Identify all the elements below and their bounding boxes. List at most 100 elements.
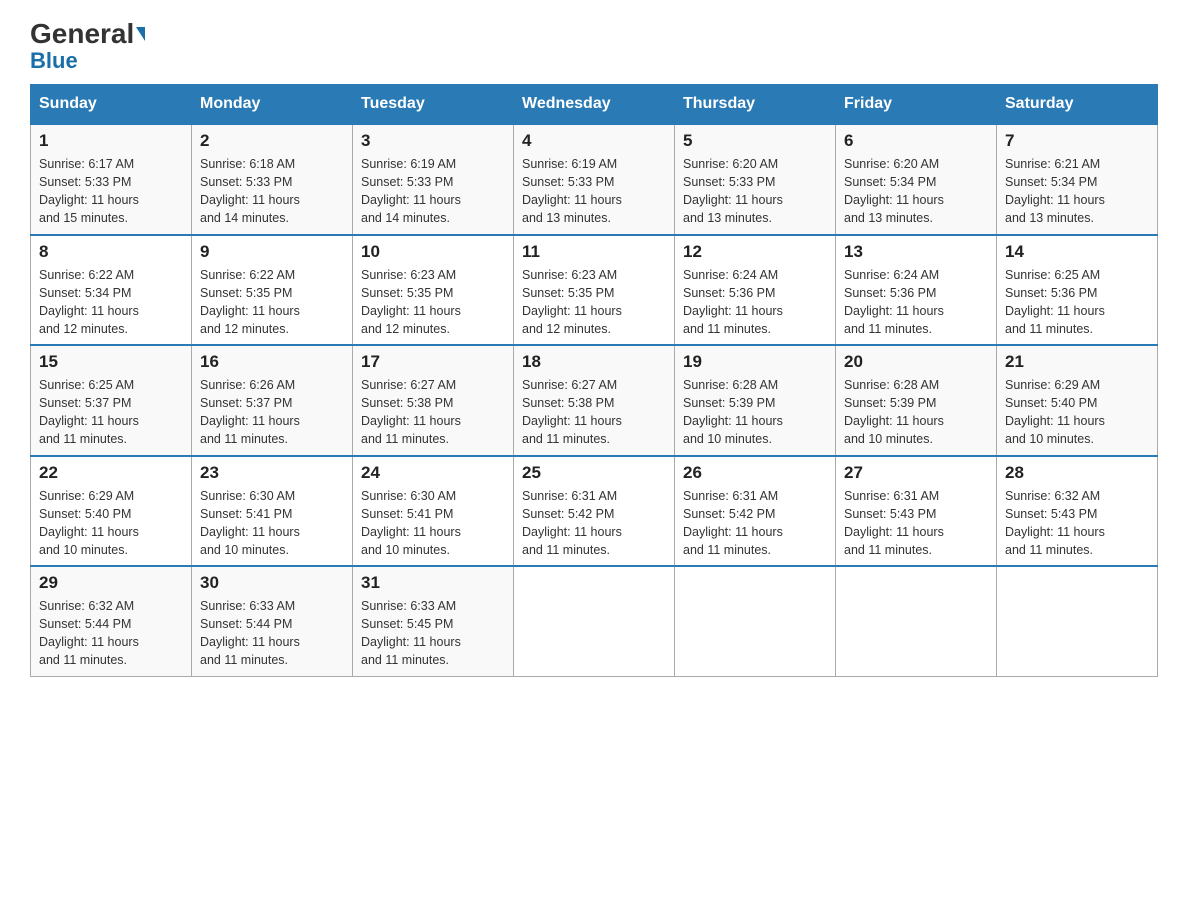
day-number: 18 (522, 352, 666, 372)
calendar-cell: 27 Sunrise: 6:31 AMSunset: 5:43 PMDayligh… (836, 456, 997, 567)
day-number: 6 (844, 131, 988, 151)
day-number: 1 (39, 131, 183, 151)
calendar-cell: 17 Sunrise: 6:27 AMSunset: 5:38 PMDayligh… (353, 345, 514, 456)
day-info: Sunrise: 6:24 AMSunset: 5:36 PMDaylight:… (844, 266, 988, 339)
day-info: Sunrise: 6:29 AMSunset: 5:40 PMDaylight:… (1005, 376, 1149, 449)
calendar-cell: 9 Sunrise: 6:22 AMSunset: 5:35 PMDaylight… (192, 235, 353, 346)
calendar-cell: 26 Sunrise: 6:31 AMSunset: 5:42 PMDayligh… (675, 456, 836, 567)
calendar-cell: 19 Sunrise: 6:28 AMSunset: 5:39 PMDayligh… (675, 345, 836, 456)
calendar-cell (997, 566, 1158, 676)
day-number: 31 (361, 573, 505, 593)
day-info: Sunrise: 6:22 AMSunset: 5:35 PMDaylight:… (200, 266, 344, 339)
day-info: Sunrise: 6:28 AMSunset: 5:39 PMDaylight:… (844, 376, 988, 449)
day-number: 14 (1005, 242, 1149, 262)
day-number: 19 (683, 352, 827, 372)
calendar-cell (836, 566, 997, 676)
day-info: Sunrise: 6:30 AMSunset: 5:41 PMDaylight:… (200, 487, 344, 560)
day-info: Sunrise: 6:31 AMSunset: 5:43 PMDaylight:… (844, 487, 988, 560)
calendar-week-row: 15 Sunrise: 6:25 AMSunset: 5:37 PMDayligh… (31, 345, 1158, 456)
calendar-cell (514, 566, 675, 676)
day-number: 28 (1005, 463, 1149, 483)
day-number: 10 (361, 242, 505, 262)
calendar-cell: 25 Sunrise: 6:31 AMSunset: 5:42 PMDayligh… (514, 456, 675, 567)
day-number: 29 (39, 573, 183, 593)
logo-general-text: General (30, 20, 134, 48)
calendar-cell: 15 Sunrise: 6:25 AMSunset: 5:37 PMDayligh… (31, 345, 192, 456)
logo: General Blue (30, 20, 145, 74)
calendar-cell (675, 566, 836, 676)
day-info: Sunrise: 6:28 AMSunset: 5:39 PMDaylight:… (683, 376, 827, 449)
calendar-week-row: 29 Sunrise: 6:32 AMSunset: 5:44 PMDayligh… (31, 566, 1158, 676)
calendar-cell: 31 Sunrise: 6:33 AMSunset: 5:45 PMDayligh… (353, 566, 514, 676)
day-number: 30 (200, 573, 344, 593)
day-number: 2 (200, 131, 344, 151)
calendar-cell: 5 Sunrise: 6:20 AMSunset: 5:33 PMDaylight… (675, 124, 836, 235)
calendar-cell: 24 Sunrise: 6:30 AMSunset: 5:41 PMDayligh… (353, 456, 514, 567)
calendar-cell: 29 Sunrise: 6:32 AMSunset: 5:44 PMDayligh… (31, 566, 192, 676)
day-info: Sunrise: 6:30 AMSunset: 5:41 PMDaylight:… (361, 487, 505, 560)
day-info: Sunrise: 6:23 AMSunset: 5:35 PMDaylight:… (522, 266, 666, 339)
day-number: 23 (200, 463, 344, 483)
day-number: 20 (844, 352, 988, 372)
day-number: 21 (1005, 352, 1149, 372)
day-number: 25 (522, 463, 666, 483)
day-info: Sunrise: 6:25 AMSunset: 5:36 PMDaylight:… (1005, 266, 1149, 339)
day-info: Sunrise: 6:27 AMSunset: 5:38 PMDaylight:… (522, 376, 666, 449)
day-info: Sunrise: 6:33 AMSunset: 5:44 PMDaylight:… (200, 597, 344, 670)
calendar-cell: 30 Sunrise: 6:33 AMSunset: 5:44 PMDayligh… (192, 566, 353, 676)
day-number: 7 (1005, 131, 1149, 151)
day-info: Sunrise: 6:25 AMSunset: 5:37 PMDaylight:… (39, 376, 183, 449)
calendar-week-row: 8Sunrise: 6:22 AMSunset: 5:34 PMDaylight… (31, 235, 1158, 346)
day-info: Sunrise: 6:33 AMSunset: 5:45 PMDaylight:… (361, 597, 505, 670)
day-info: Sunrise: 6:31 AMSunset: 5:42 PMDaylight:… (683, 487, 827, 560)
calendar-week-row: 22Sunrise: 6:29 AMSunset: 5:40 PMDayligh… (31, 456, 1158, 567)
calendar-cell: 2 Sunrise: 6:18 AMSunset: 5:33 PMDaylight… (192, 124, 353, 235)
calendar-cell: 13 Sunrise: 6:24 AMSunset: 5:36 PMDayligh… (836, 235, 997, 346)
day-info: Sunrise: 6:26 AMSunset: 5:37 PMDaylight:… (200, 376, 344, 449)
day-number: 27 (844, 463, 988, 483)
day-number: 24 (361, 463, 505, 483)
day-number: 11 (522, 242, 666, 262)
calendar-cell: 18 Sunrise: 6:27 AMSunset: 5:38 PMDayligh… (514, 345, 675, 456)
calendar-week-row: 1 Sunrise: 6:17 AMSunset: 5:33 PMDaylight… (31, 124, 1158, 235)
calendar-header-row: SundayMondayTuesdayWednesdayThursdayFrid… (31, 85, 1158, 125)
day-info: Sunrise: 6:18 AMSunset: 5:33 PMDaylight:… (200, 155, 344, 228)
day-info: Sunrise: 6:32 AMSunset: 5:44 PMDaylight:… (39, 597, 183, 670)
weekday-header-thursday: Thursday (675, 85, 836, 125)
day-number: 13 (844, 242, 988, 262)
day-info: Sunrise: 6:20 AMSunset: 5:34 PMDaylight:… (844, 155, 988, 228)
weekday-header-friday: Friday (836, 85, 997, 125)
calendar-cell: 12 Sunrise: 6:24 AMSunset: 5:36 PMDayligh… (675, 235, 836, 346)
day-number: 4 (522, 131, 666, 151)
calendar-cell: 6 Sunrise: 6:20 AMSunset: 5:34 PMDaylight… (836, 124, 997, 235)
weekday-header-tuesday: Tuesday (353, 85, 514, 125)
calendar-cell: 10Sunrise: 6:23 AMSunset: 5:35 PMDayligh… (353, 235, 514, 346)
calendar-cell: 20 Sunrise: 6:28 AMSunset: 5:39 PMDayligh… (836, 345, 997, 456)
day-info: Sunrise: 6:17 AMSunset: 5:33 PMDaylight:… (39, 155, 183, 228)
calendar-cell: 14 Sunrise: 6:25 AMSunset: 5:36 PMDayligh… (997, 235, 1158, 346)
day-number: 3 (361, 131, 505, 151)
calendar-cell: 23 Sunrise: 6:30 AMSunset: 5:41 PMDayligh… (192, 456, 353, 567)
calendar-cell: 3Sunrise: 6:19 AMSunset: 5:33 PMDaylight… (353, 124, 514, 235)
day-number: 12 (683, 242, 827, 262)
calendar-cell: 21 Sunrise: 6:29 AMSunset: 5:40 PMDayligh… (997, 345, 1158, 456)
weekday-header-sunday: Sunday (31, 85, 192, 125)
weekday-header-monday: Monday (192, 85, 353, 125)
day-info: Sunrise: 6:32 AMSunset: 5:43 PMDaylight:… (1005, 487, 1149, 560)
day-info: Sunrise: 6:24 AMSunset: 5:36 PMDaylight:… (683, 266, 827, 339)
day-number: 9 (200, 242, 344, 262)
calendar-cell: 7Sunrise: 6:21 AMSunset: 5:34 PMDaylight… (997, 124, 1158, 235)
calendar-cell: 28 Sunrise: 6:32 AMSunset: 5:43 PMDayligh… (997, 456, 1158, 567)
calendar-cell: 16 Sunrise: 6:26 AMSunset: 5:37 PMDayligh… (192, 345, 353, 456)
day-number: 17 (361, 352, 505, 372)
day-number: 5 (683, 131, 827, 151)
day-number: 16 (200, 352, 344, 372)
day-info: Sunrise: 6:19 AMSunset: 5:33 PMDaylight:… (522, 155, 666, 228)
day-info: Sunrise: 6:27 AMSunset: 5:38 PMDaylight:… (361, 376, 505, 449)
day-number: 26 (683, 463, 827, 483)
day-number: 15 (39, 352, 183, 372)
day-info: Sunrise: 6:31 AMSunset: 5:42 PMDaylight:… (522, 487, 666, 560)
day-info: Sunrise: 6:20 AMSunset: 5:33 PMDaylight:… (683, 155, 827, 228)
calendar-cell: 4 Sunrise: 6:19 AMSunset: 5:33 PMDaylight… (514, 124, 675, 235)
day-number: 22 (39, 463, 183, 483)
